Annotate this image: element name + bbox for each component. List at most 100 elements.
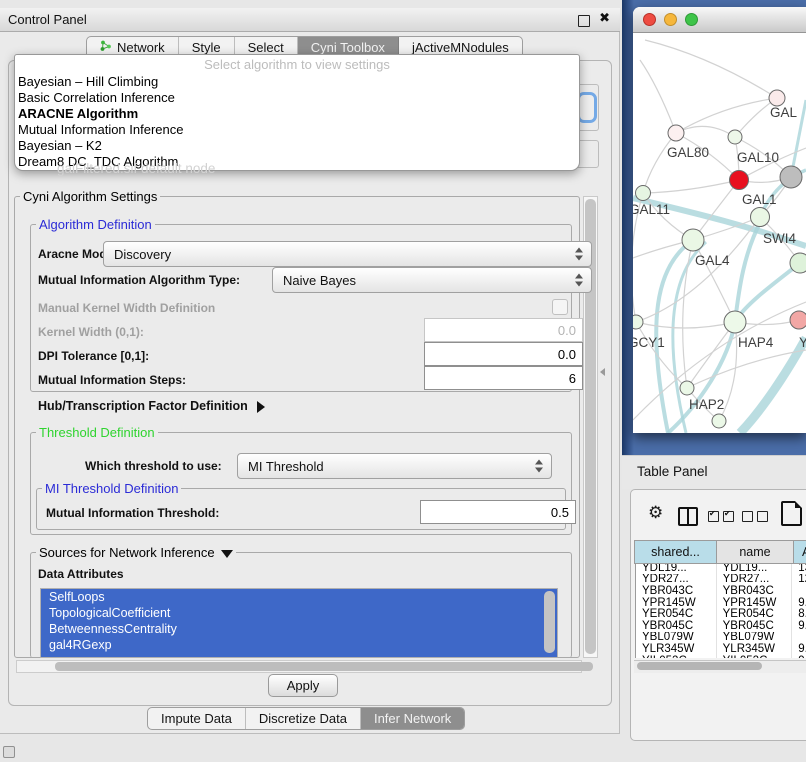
mi-steps-label: Mutual Information Steps: [38, 373, 186, 387]
dpi-tolerance-field[interactable]: 0.0 [424, 342, 583, 366]
collapsed-arrow-icon [257, 401, 265, 413]
table-row[interactable]: YDR27...YDR27...12 [636, 574, 806, 586]
table-row[interactable]: YPR145WYPR145W9. [636, 597, 806, 609]
network-node[interactable] [668, 125, 684, 141]
mi-threshold-label: Mutual Information Threshold: [46, 506, 219, 520]
network-canvas[interactable]: GALGAL80GAL10GAL1GAL11SWI4GAL4GCY1HAP4YH… [633, 33, 806, 433]
zoom-traffic-light-icon[interactable] [685, 13, 698, 26]
table-cell: YER054C [717, 608, 793, 620]
table-row[interactable]: YBL079WYBL079W [636, 632, 806, 644]
deselect-all-icon[interactable] [742, 511, 768, 522]
algorithm-option[interactable]: ARACNE Algorithm [15, 106, 579, 122]
network-node[interactable] [724, 311, 746, 333]
attributes-list-scrollbar[interactable] [544, 591, 555, 653]
tab-impute-data[interactable]: Impute Data [148, 708, 246, 729]
algorithm-option[interactable]: Basic Correlation Inference [15, 90, 579, 106]
data-attributes-label: Data Attributes [38, 567, 124, 581]
document-icon[interactable] [781, 501, 802, 526]
settings-hscroll-thumb[interactable] [55, 662, 593, 671]
column-header-shared-name[interactable]: shared... [634, 540, 717, 564]
column-header-name[interactable]: name [716, 540, 794, 564]
splitter-handle[interactable] [600, 368, 605, 376]
network-node[interactable] [682, 229, 704, 251]
algorithm-option[interactable]: Bayesian – K2 [15, 138, 579, 154]
table-row[interactable]: YIL052CYIL052C9. [636, 655, 806, 658]
select-all-icon[interactable] [708, 511, 734, 522]
columns-icon[interactable] [678, 507, 698, 526]
table-cell: YIL052C [636, 655, 717, 658]
table-cell [792, 585, 806, 597]
table-cell [792, 632, 806, 644]
network-node[interactable] [730, 171, 749, 190]
apply-button[interactable]: Apply [268, 674, 338, 697]
aracne-mode-value: Discovery [114, 247, 171, 262]
node-label: GAL [770, 105, 798, 120]
network-node[interactable] [790, 311, 806, 329]
algorithm-option[interactable]: Mutual Information Inference [15, 122, 579, 138]
hub-definition-toggle[interactable]: Hub/Transcription Factor Definition [38, 399, 265, 413]
unchecked-box-icon [742, 511, 753, 522]
algorithm-option[interactable]: Dream8 DC_TDC Algorithm [15, 154, 579, 170]
close-icon[interactable]: ✖ [599, 11, 610, 26]
network-node[interactable] [633, 315, 643, 329]
attribute-item[interactable]: BetweennessCentrality [41, 621, 557, 637]
node-label: GAL10 [737, 150, 779, 165]
network-edge [640, 60, 676, 133]
network-node[interactable] [636, 186, 651, 201]
algorithm-dropdown[interactable]: Select algorithm to view settings Bayesi… [14, 54, 580, 171]
table-cell: YER054C [636, 608, 717, 620]
table-cell: YBL079W [717, 632, 793, 644]
focused-spinner-fragment [577, 92, 597, 123]
node-label: GAL80 [667, 145, 709, 160]
table-cell: YBR045C [717, 620, 793, 632]
kernel-width-field[interactable]: 0.0 [424, 318, 583, 342]
network-node[interactable] [790, 253, 806, 273]
network-node[interactable] [769, 90, 785, 106]
which-threshold-value: MI Threshold [248, 459, 324, 474]
network-node[interactable] [780, 166, 802, 188]
network-window-titlebar[interactable] [633, 7, 806, 33]
network-node[interactable] [712, 414, 726, 428]
close-traffic-light-icon[interactable] [643, 13, 656, 26]
table-cell: YIL052C [717, 655, 793, 658]
network-node[interactable] [728, 130, 742, 144]
attribute-item[interactable]: TopologicalCoefficient [41, 605, 557, 621]
threshold-definition-title: Threshold Definition [36, 425, 158, 440]
column-header-cut[interactable]: A [793, 540, 806, 564]
minimize-traffic-light-icon[interactable] [664, 13, 677, 26]
mi-threshold-group-title: MI Threshold Definition [42, 481, 181, 496]
mi-steps-field[interactable]: 6 [424, 366, 583, 390]
tab-label: Infer Network [374, 711, 451, 726]
table-panel-title: Table Panel [637, 464, 708, 479]
mi-algorithm-type-select[interactable]: Naive Bayes [272, 267, 592, 293]
network-edge [736, 263, 800, 320]
network-edge [636, 322, 735, 328]
data-attributes-list[interactable]: SelfLoopsTopologicalCoefficientBetweenne… [40, 588, 558, 658]
table-cell: YLR345W [636, 643, 717, 655]
algorithm-option[interactable]: Bayesian – Hill Climbing [15, 74, 579, 90]
manual-kernel-checkbox[interactable] [552, 299, 568, 315]
node-label: SWI4 [763, 231, 796, 246]
gear-icon[interactable]: ⚙ [648, 503, 663, 523]
table-hscroll-thumb[interactable] [637, 662, 762, 670]
tab-infer-network[interactable]: Infer Network [361, 708, 464, 729]
collapsed-panel-icon[interactable] [3, 746, 15, 758]
network-node[interactable] [680, 381, 694, 395]
table-cell: YDR27... [717, 574, 793, 586]
attribute-item[interactable]: gal4RGexp [41, 637, 557, 653]
tab-discretize-data[interactable]: Discretize Data [246, 708, 361, 729]
checked-box-icon [708, 511, 719, 522]
table-row[interactable]: YER054CYER054C8. [636, 608, 806, 620]
mi-type-label: Mutual Information Algorithm Type: [38, 273, 240, 287]
aracne-mode-select[interactable]: Discovery [103, 241, 592, 267]
which-threshold-select[interactable]: MI Threshold [237, 453, 552, 479]
network-node[interactable] [751, 208, 770, 227]
table-row[interactable]: YLR345WYLR345W9. [636, 643, 806, 655]
table-row[interactable]: YBR045CYBR045C9. [636, 620, 806, 632]
float-panel-icon[interactable] [578, 15, 590, 27]
attribute-item[interactable]: SelfLoops [41, 589, 557, 605]
table-row[interactable]: YBR043CYBR043C [636, 585, 806, 597]
sources-group-title[interactable]: Sources for Network Inference [36, 545, 236, 560]
mi-threshold-field[interactable]: 0.5 [420, 500, 576, 524]
node-label: HAP4 [738, 335, 774, 350]
